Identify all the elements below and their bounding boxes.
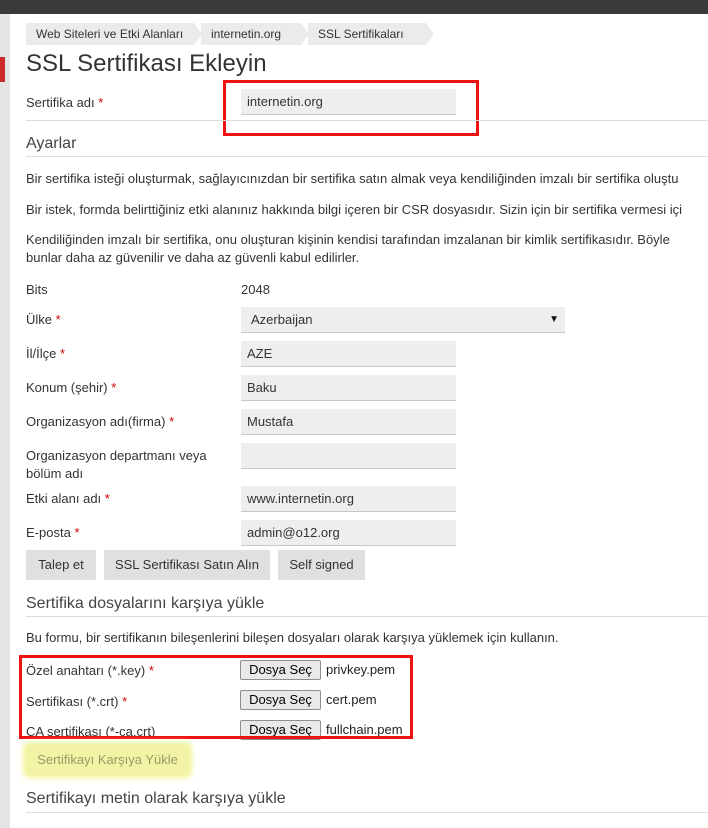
settings-section-title: Ayarlar xyxy=(26,135,77,152)
label-text: Organizasyon adı(firma) xyxy=(26,414,166,429)
bits-value: 2048 xyxy=(241,282,270,297)
breadcrumb-label: Web Siteleri ve Etki Alanları xyxy=(36,27,184,41)
department-label-line-2: bölüm adı xyxy=(26,466,84,481)
required-mark: * xyxy=(55,312,61,327)
country-select[interactable]: Azerbaijan ▼ xyxy=(241,307,565,333)
required-mark: * xyxy=(169,414,175,429)
label-text: İl/İlçe xyxy=(26,346,57,361)
state-label: İl/İlçe * xyxy=(26,346,65,361)
department-label-line-1: Organizasyon departmanı veya xyxy=(26,448,207,463)
certificate-name-label: Sertifika adı * xyxy=(26,95,103,110)
breadcrumb-item-ssl[interactable]: SSL Sertifikaları xyxy=(308,23,436,45)
breadcrumb-item-websites[interactable]: Web Siteleri ve Etki Alanları xyxy=(26,23,204,45)
upload-text-section-title: Sertifikayı metin olarak karşıya yükle xyxy=(26,790,286,807)
highlight-box-certificate-name xyxy=(223,80,479,136)
label-text: Konum (şehir) xyxy=(26,380,108,395)
city-input[interactable]: Baku xyxy=(241,375,456,401)
top-bar xyxy=(0,0,708,14)
divider xyxy=(26,616,708,617)
label-text: Etki alanı adı xyxy=(26,491,102,506)
email-label: E-posta * xyxy=(26,525,80,540)
required-mark: * xyxy=(104,491,110,506)
breadcrumb-item-domain[interactable]: internetin.org xyxy=(201,23,311,45)
email-input[interactable]: admin@o12.org xyxy=(241,520,456,546)
label-text: Ülke xyxy=(26,312,53,327)
upload-files-section-title: Sertifika dosyalarını karşıya yükle xyxy=(26,595,265,612)
domain-input[interactable]: www.internetin.org xyxy=(241,486,456,512)
upload-files-description: Bu formu, bir sertifikanın bileşenlerini… xyxy=(26,630,559,645)
required-mark: * xyxy=(74,525,80,540)
settings-paragraph-3-line-2: bunlar daha az güvenilir ve daha az güve… xyxy=(26,250,360,265)
label-text: Sertifika adı xyxy=(26,95,95,110)
label-text: E-posta xyxy=(26,525,71,540)
required-mark: * xyxy=(111,380,117,395)
settings-paragraph-1: Bir sertifika isteği oluşturmak, sağlayı… xyxy=(26,171,679,186)
buy-ssl-button[interactable]: SSL Sertifikası Satın Alın xyxy=(104,550,270,580)
breadcrumb-label: SSL Sertifikaları xyxy=(318,27,404,41)
highlight-box-upload-files xyxy=(19,655,413,739)
required-mark: * xyxy=(98,95,104,110)
divider xyxy=(26,156,708,157)
country-label: Ülke * xyxy=(26,312,61,327)
breadcrumb-label: internetin.org xyxy=(211,27,282,41)
bits-label: Bits xyxy=(26,282,48,297)
city-label: Konum (şehir) * xyxy=(26,380,116,395)
upload-certificate-button[interactable]: Sertifikayı Karşıya Yükle xyxy=(26,745,189,775)
department-input[interactable] xyxy=(241,443,456,469)
settings-paragraph-3-line-1: Kendiliğinden imzalı bir sertifika, onu … xyxy=(26,232,670,247)
country-selected-value: Azerbaijan xyxy=(251,312,313,327)
organization-input[interactable]: Mustafa xyxy=(241,409,456,435)
state-input[interactable]: AZE xyxy=(241,341,456,367)
self-signed-button[interactable]: Self signed xyxy=(278,550,365,580)
dropdown-arrow-icon: ▼ xyxy=(549,314,559,325)
request-button[interactable]: Talep et xyxy=(26,550,96,580)
domain-label: Etki alanı adı * xyxy=(26,491,110,506)
divider xyxy=(26,120,708,121)
required-mark: * xyxy=(59,346,66,361)
divider xyxy=(26,812,708,813)
title-accent-bar xyxy=(0,57,5,82)
page-title: SSL Sertifikası Ekleyin xyxy=(26,50,267,77)
left-sidebar-strip xyxy=(0,14,10,828)
organization-label: Organizasyon adı(firma) * xyxy=(26,414,174,429)
settings-paragraph-2: Bir istek, formda belirttiğiniz etki ala… xyxy=(26,202,683,217)
